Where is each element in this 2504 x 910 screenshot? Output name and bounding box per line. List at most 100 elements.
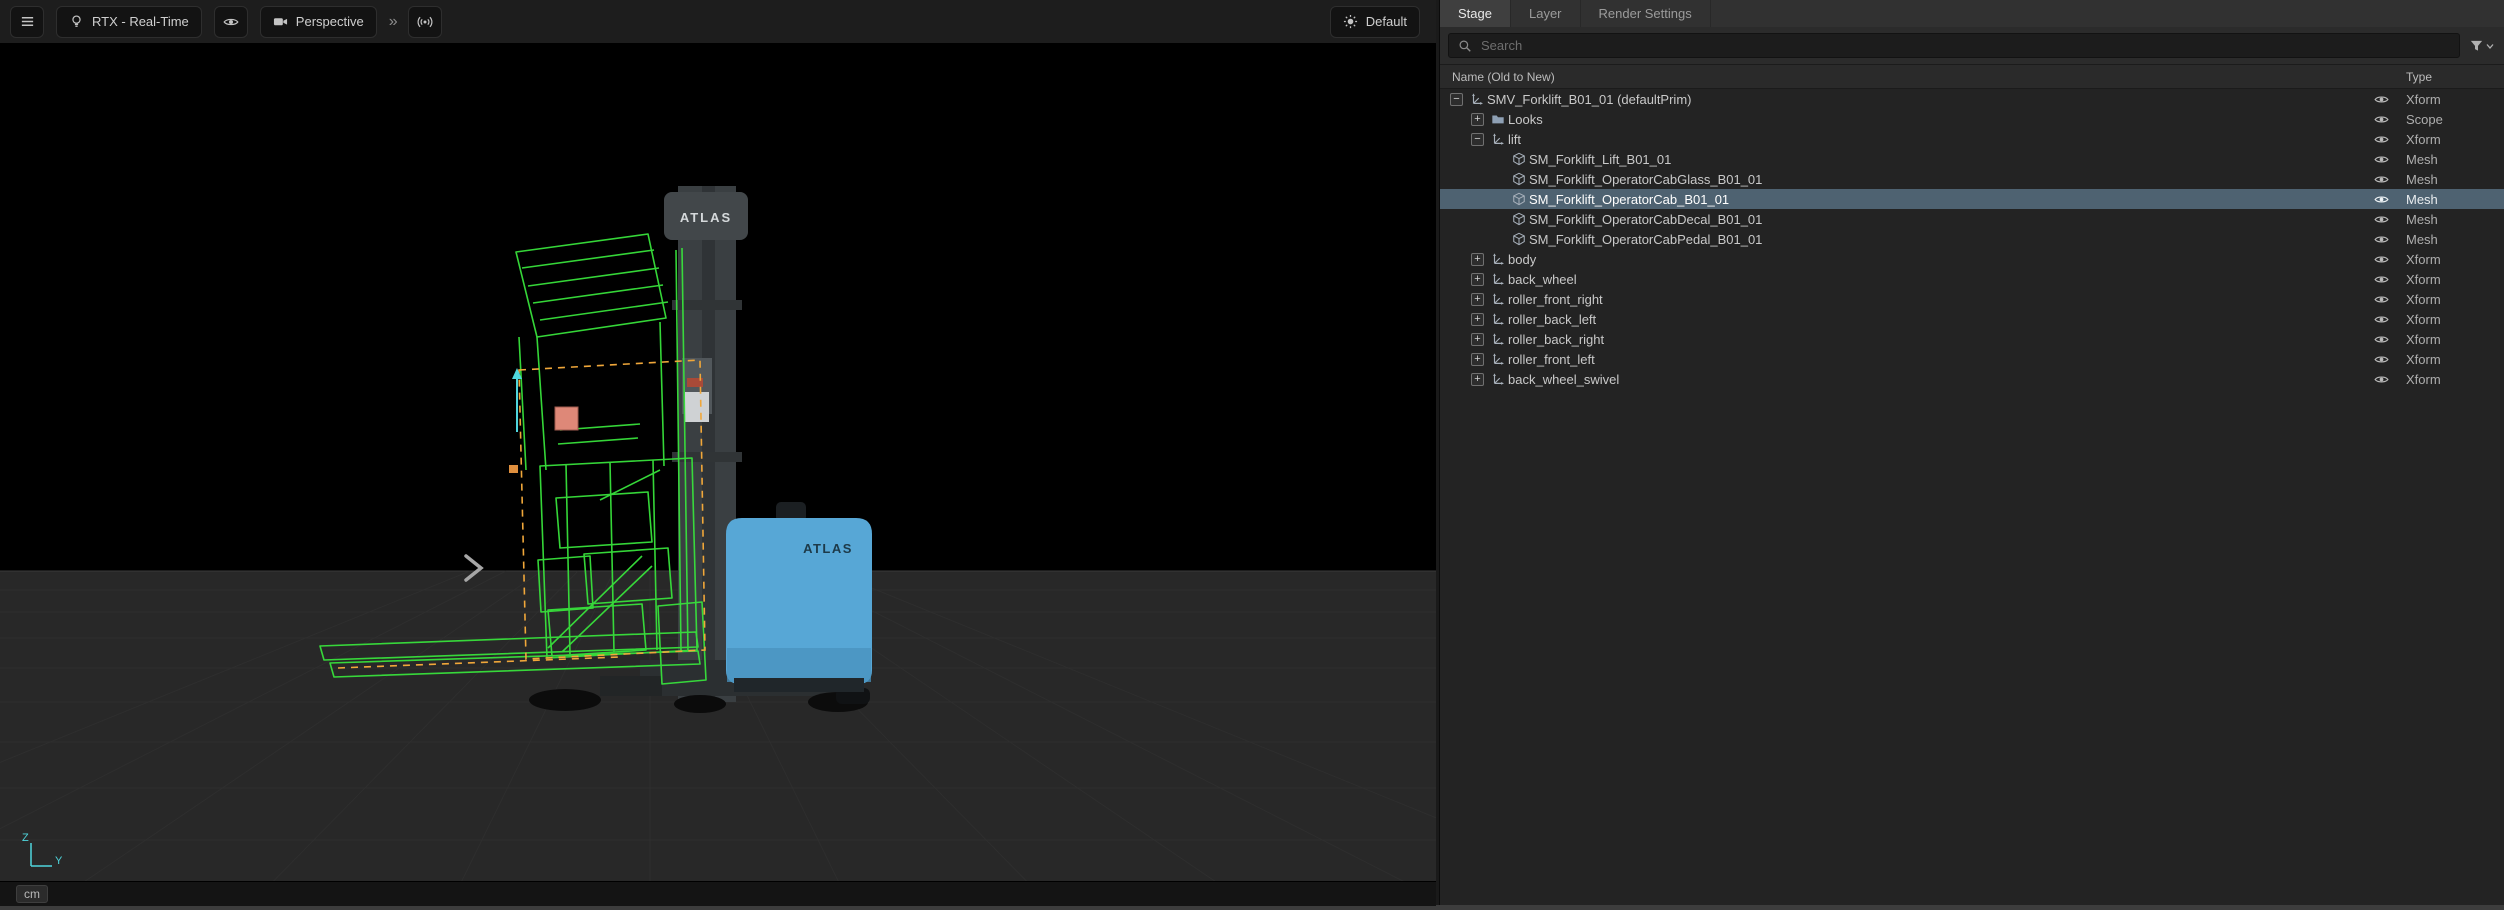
visibility-eye-icon[interactable]: [2374, 252, 2400, 267]
expand-toggle[interactable]: +: [1471, 353, 1484, 366]
prim-name: SM_Forklift_OperatorCab_B01_01: [1529, 192, 2374, 207]
visibility-eye-icon[interactable]: [2374, 352, 2400, 367]
tree-row-mesh[interactable]: SM_Forklift_OperatorCabGlass_B01_01 Mesh: [1440, 169, 2504, 189]
tree-row-root[interactable]: − SMV_Forklift_B01_01 (defaultPrim) Xfor…: [1440, 89, 2504, 109]
stage-panel: Stage Layer Render Settings Name (Old to…: [1439, 0, 2504, 905]
expand-toggle[interactable]: +: [1471, 333, 1484, 346]
prim-name: back_wheel_swivel: [1508, 372, 2374, 387]
units-badge[interactable]: cm: [16, 885, 48, 903]
xform-icon: [1491, 252, 1508, 266]
expand-toggle[interactable]: +: [1471, 113, 1484, 126]
search-box[interactable]: [1448, 33, 2460, 58]
visibility-eye-icon[interactable]: [2374, 312, 2400, 327]
tree-row-mesh[interactable]: SM_Forklift_Lift_B01_01 Mesh: [1440, 149, 2504, 169]
tab-stage[interactable]: Stage: [1440, 0, 1511, 27]
renderer-menu-button[interactable]: RTX - Real-Time: [56, 6, 202, 38]
funnel-icon: [2469, 38, 2484, 53]
tree-row-roller-back-right[interactable]: + roller_back_right Xform: [1440, 329, 2504, 349]
audio-waves-button[interactable]: [408, 6, 442, 38]
collapse-toggle[interactable]: −: [1471, 133, 1484, 146]
tree-row-roller-front-right[interactable]: + roller_front_right Xform: [1440, 289, 2504, 309]
prim-type: Xform: [2400, 132, 2504, 147]
mesh-icon: [1512, 152, 1529, 166]
tree-row-lift[interactable]: − lift Xform: [1440, 129, 2504, 149]
tree-column-header: Name (Old to New) Type: [1440, 64, 2504, 89]
waves-icon: [417, 14, 433, 30]
toolbar-overflow-chevron[interactable]: »: [389, 13, 396, 31]
visibility-eye-icon[interactable]: [2374, 172, 2400, 187]
mast-brand-label: ATLAS: [680, 210, 732, 225]
viewport-statusbar: cm: [0, 881, 1436, 906]
visibility-eye-icon[interactable]: [2374, 92, 2400, 107]
camera-label: Perspective: [296, 14, 364, 29]
visibility-eye-icon[interactable]: [2374, 232, 2400, 247]
tree-row-roller-front-left[interactable]: + roller_front_left Xform: [1440, 349, 2504, 369]
prim-type: Mesh: [2400, 212, 2504, 227]
visibility-eye-icon[interactable]: [2374, 152, 2400, 167]
axis-y-label: Y: [55, 855, 63, 867]
filter-button[interactable]: [2464, 38, 2498, 53]
xform-icon: [1491, 352, 1508, 366]
axis-z-label: Z: [22, 832, 29, 844]
prim-type: Xform: [2400, 272, 2504, 287]
viewport[interactable]: ATLAS ATLAS: [0, 0, 1436, 905]
viewport-options-button[interactable]: [10, 6, 44, 38]
lighting-preset-button[interactable]: Default: [1330, 6, 1420, 38]
prim-type: Mesh: [2400, 152, 2504, 167]
tree-row-looks[interactable]: + Looks Scope: [1440, 109, 2504, 129]
expand-toggle[interactable]: +: [1471, 373, 1484, 386]
panel-tabs: Stage Layer Render Settings: [1440, 0, 2504, 27]
prim-type: Mesh: [2400, 192, 2504, 207]
xform-icon: [1491, 332, 1508, 346]
prim-name: SM_Forklift_OperatorCabDecal_B01_01: [1529, 212, 2374, 227]
tree-row-roller-back-left[interactable]: + roller_back_left Xform: [1440, 309, 2504, 329]
tree-row-mesh[interactable]: SM_Forklift_OperatorCabPedal_B01_01 Mesh: [1440, 229, 2504, 249]
visibility-eye-icon[interactable]: [2374, 292, 2400, 307]
expand-toggle[interactable]: +: [1471, 253, 1484, 266]
visibility-menu-button[interactable]: [214, 6, 248, 38]
expand-toggle[interactable]: +: [1471, 273, 1484, 286]
tab-render-settings[interactable]: Render Settings: [1581, 0, 1711, 27]
prim-name: roller_back_left: [1508, 312, 2374, 327]
xform-icon: [1491, 132, 1508, 146]
visibility-eye-icon[interactable]: [2374, 112, 2400, 127]
tree-row-selected[interactable]: SM_Forklift_OperatorCab_B01_01 Mesh: [1440, 189, 2504, 209]
tree-row-body[interactable]: + body Xform: [1440, 249, 2504, 269]
stage-tree: − SMV_Forklift_B01_01 (defaultPrim) Xfor…: [1440, 89, 2504, 905]
tree-row-back-wheel-swivel[interactable]: + back_wheel_swivel Xform: [1440, 369, 2504, 389]
xform-icon: [1491, 312, 1508, 326]
column-name-header[interactable]: Name (Old to New): [1440, 70, 2374, 84]
visibility-eye-icon[interactable]: [2374, 272, 2400, 287]
camera-menu-button[interactable]: Perspective: [260, 6, 377, 38]
viewport-canvas[interactable]: ATLAS ATLAS: [0, 0, 1436, 905]
renderer-label: RTX - Real-Time: [92, 14, 189, 29]
lighting-preset-label: Default: [1366, 14, 1407, 29]
prim-type: Xform: [2400, 292, 2504, 307]
visibility-eye-icon[interactable]: [2374, 192, 2400, 207]
tab-layer[interactable]: Layer: [1511, 0, 1581, 27]
camera-icon: [273, 14, 288, 29]
visibility-eye-icon[interactable]: [2374, 372, 2400, 387]
expand-toggle[interactable]: +: [1471, 313, 1484, 326]
mesh-icon: [1512, 172, 1529, 186]
collapse-toggle[interactable]: −: [1450, 93, 1463, 106]
xform-icon: [1491, 272, 1508, 286]
visibility-eye-icon[interactable]: [2374, 212, 2400, 227]
pivot-handle[interactable]: [555, 407, 578, 430]
prim-name: body: [1508, 252, 2374, 267]
prim-type: Mesh: [2400, 232, 2504, 247]
visibility-eye-icon[interactable]: [2374, 332, 2400, 347]
prim-name: back_wheel: [1508, 272, 2374, 287]
scope-folder-icon: [1491, 112, 1508, 126]
expand-toggle[interactable]: +: [1471, 293, 1484, 306]
visibility-eye-icon[interactable]: [2374, 132, 2400, 147]
prim-name: SMV_Forklift_B01_01 (defaultPrim): [1487, 92, 2374, 107]
search-input[interactable]: [1479, 37, 2450, 54]
eye-icon: [223, 14, 239, 30]
prim-type: Scope: [2400, 112, 2504, 127]
body-brand-label: ATLAS: [803, 541, 853, 556]
tree-row-mesh[interactable]: SM_Forklift_OperatorCabDecal_B01_01 Mesh: [1440, 209, 2504, 229]
viewport-toolbar: RTX - Real-Time Perspective » Default: [0, 0, 1436, 43]
column-type-header[interactable]: Type: [2400, 70, 2504, 84]
tree-row-back-wheel[interactable]: + back_wheel Xform: [1440, 269, 2504, 289]
